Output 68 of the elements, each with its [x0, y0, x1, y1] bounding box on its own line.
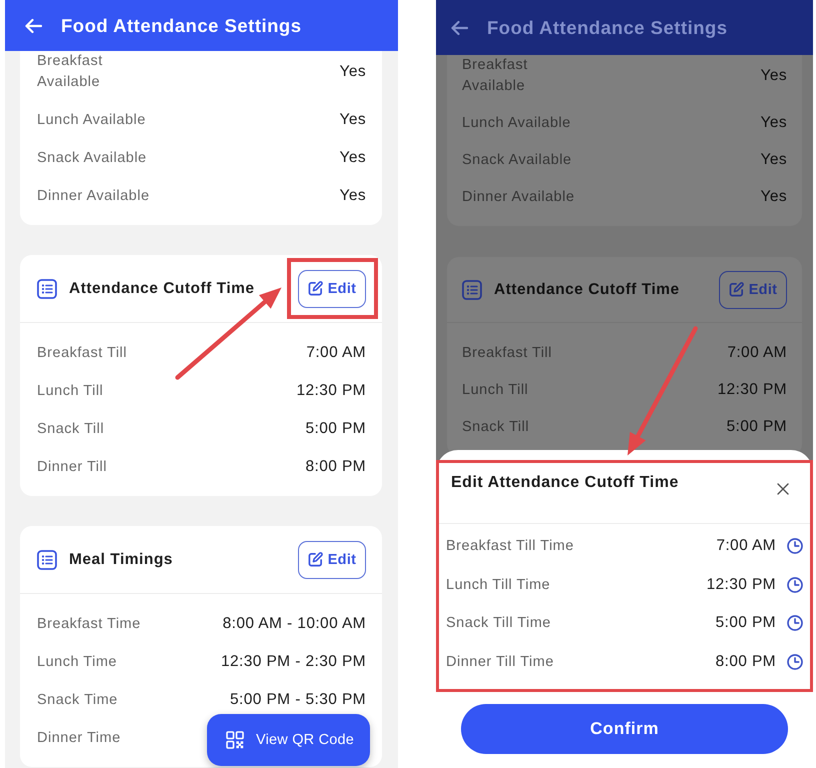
- card-title: Meal Timings: [69, 550, 173, 568]
- qr-code-icon: [226, 731, 244, 749]
- row-value: 7:00 AM: [306, 343, 366, 363]
- row-value: Yes: [340, 186, 366, 206]
- row-label: Breakfast Time: [37, 614, 141, 634]
- clock-icon[interactable]: [787, 654, 803, 670]
- row-label: Dinner Available: [37, 186, 150, 206]
- row-label: Snack Till: [462, 418, 530, 436]
- clock-icon[interactable]: [787, 576, 803, 592]
- list-icon: [37, 550, 57, 570]
- row-value: 8:00 AM - 10:00 AM: [222, 614, 366, 634]
- row-value: Yes: [340, 110, 366, 130]
- row-label: Breakfast Available: [462, 56, 529, 96]
- view-qr-code-button[interactable]: View QR Code: [207, 714, 370, 766]
- edit-button[interactable]: Edit: [298, 540, 366, 578]
- row-value: 12:30 PM: [296, 381, 366, 401]
- screen-title: Food Attendance Settings: [61, 14, 302, 36]
- clock-icon[interactable]: [787, 615, 803, 631]
- card-title: Attendance Cutoff Time: [69, 280, 255, 298]
- time-value[interactable]: 5:00 PM: [715, 612, 776, 634]
- row-label: Dinner Till: [37, 458, 107, 476]
- time-label: Lunch Till Time: [446, 576, 550, 594]
- row-label: Lunch Available: [462, 114, 571, 132]
- time-value[interactable]: 12:30 PM: [706, 574, 776, 596]
- card-title: Attendance Cutoff Time: [494, 280, 680, 298]
- row-value: Yes: [340, 62, 366, 82]
- row-label: Lunch Available: [37, 110, 146, 130]
- row-label: Snack Till: [37, 420, 104, 438]
- time-label: Snack Till Time: [446, 614, 551, 633]
- row-label: Breakfast Available: [37, 52, 104, 92]
- row-label: Breakfast Till: [37, 344, 127, 362]
- clock-icon[interactable]: [787, 538, 803, 554]
- row-label: Lunch Till: [462, 380, 528, 400]
- row-label: Dinner Time: [37, 728, 121, 748]
- row-label: Lunch Time: [37, 652, 117, 672]
- row-value: 8:00 PM: [305, 457, 366, 477]
- list-icon: [37, 278, 57, 298]
- time-value[interactable]: 7:00 AM: [716, 535, 776, 557]
- row-value: 5:00 PM: [305, 419, 366, 439]
- row-label: Snack Available: [37, 148, 147, 168]
- row-label: Breakfast Till: [462, 344, 552, 362]
- row-value: Yes: [760, 66, 787, 86]
- time-label: Breakfast Till Time: [446, 537, 574, 556]
- row-label: Snack Available: [462, 150, 572, 170]
- row-value: Yes: [760, 113, 787, 133]
- row-value: Yes: [760, 187, 787, 207]
- row-label: Dinner Available: [462, 188, 575, 206]
- back-arrow-icon[interactable]: [450, 20, 468, 36]
- row-value: 12:30 PM: [717, 380, 787, 400]
- edit-icon: [308, 281, 323, 296]
- confirm-button[interactable]: Confirm: [461, 704, 788, 754]
- edit-icon: [308, 552, 323, 567]
- time-label: Dinner Till Time: [446, 652, 554, 672]
- row-value: Yes: [340, 148, 366, 168]
- sheet-title: Edit Attendance Cutoff Time: [451, 473, 679, 493]
- row-label: Lunch Till: [37, 382, 104, 400]
- row-value: Yes: [760, 150, 787, 170]
- row-value: 12:30 PM - 2:30 PM: [220, 652, 366, 672]
- row-label: Snack Time: [37, 690, 118, 710]
- edit-button[interactable]: Edit: [298, 270, 366, 308]
- screen-title: Food Attendance Settings: [487, 16, 728, 38]
- row-value: 5:00 PM: [726, 417, 787, 437]
- edit-icon: [728, 282, 744, 297]
- row-value: 5:00 PM - 5:30 PM: [230, 690, 366, 710]
- row-value: 7:00 AM: [727, 343, 787, 363]
- list-icon: [462, 280, 482, 300]
- time-value[interactable]: 8:00 PM: [715, 650, 776, 672]
- close-icon[interactable]: [777, 483, 789, 495]
